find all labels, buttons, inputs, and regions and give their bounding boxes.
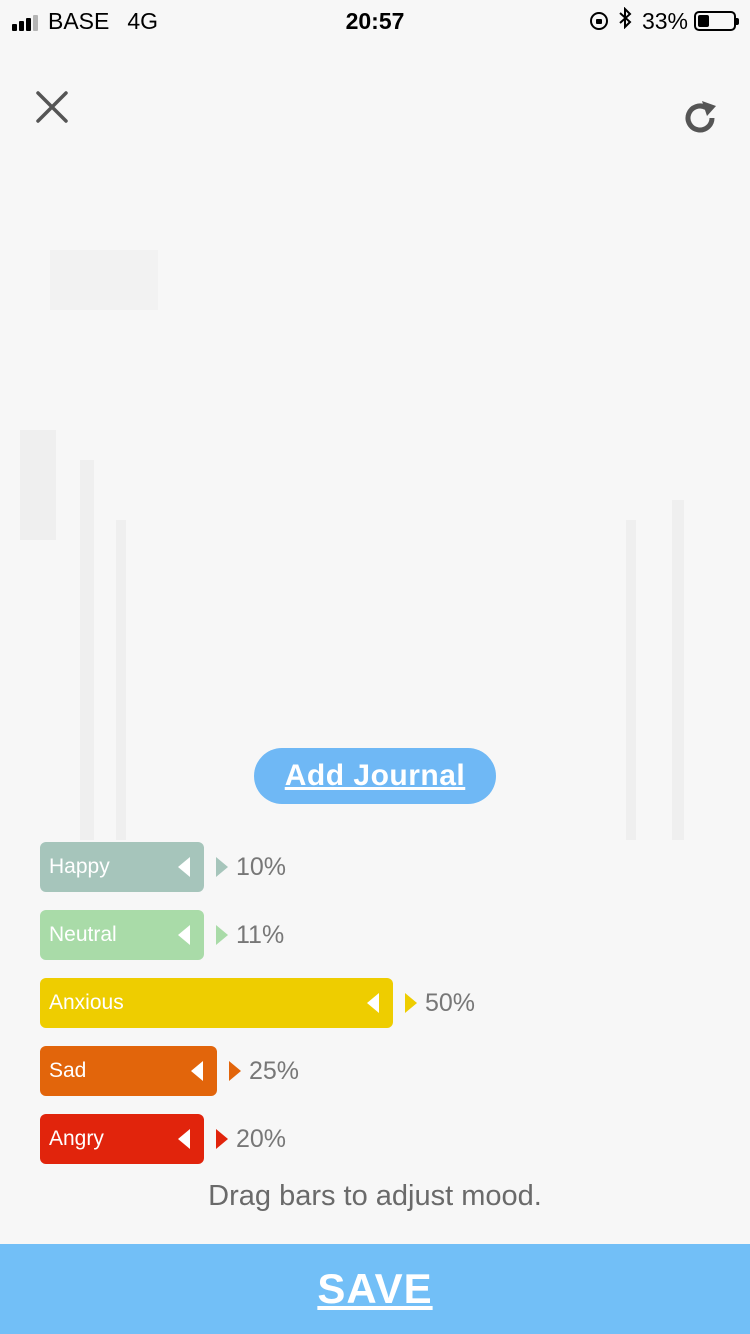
mood-percent: 10% <box>236 852 287 881</box>
drag-handle-icon[interactable] <box>367 993 379 1013</box>
mood-label: Angry <box>49 1127 104 1150</box>
drag-handle-icon[interactable] <box>178 857 190 877</box>
background-shape <box>116 520 126 840</box>
rotation-lock-icon <box>589 12 608 30</box>
pointer-triangle-icon <box>405 993 417 1013</box>
pointer-triangle-icon <box>216 1129 228 1149</box>
mood-label: Neutral <box>49 923 117 946</box>
refresh-button[interactable] <box>676 94 724 142</box>
background-shape <box>20 430 56 540</box>
mood-label: Sad <box>49 1059 87 1082</box>
background-shape <box>626 520 636 840</box>
close-button[interactable] <box>30 85 74 129</box>
mood-bar-sad[interactable]: Sad <box>40 1046 217 1096</box>
status-right: 33% <box>589 6 739 35</box>
mood-bar-neutral[interactable]: Neutral <box>40 910 204 960</box>
drag-handle-icon[interactable] <box>178 1129 190 1149</box>
mood-row: Sad 25% <box>40 1046 710 1096</box>
background-shape <box>672 500 684 840</box>
mood-percent: 20% <box>236 1124 287 1153</box>
add-journal-button[interactable]: Add Journal <box>254 748 496 804</box>
battery-level <box>698 15 709 27</box>
close-icon <box>36 91 68 123</box>
mood-percent: 25% <box>249 1056 300 1085</box>
status-bar: BASE 4G 20:57 33% <box>0 0 750 40</box>
mood-row: Anxious 50% <box>40 978 710 1028</box>
battery-percent: 33% <box>641 7 688 34</box>
mood-bar-anxious[interactable]: Anxious <box>40 978 393 1028</box>
pointer-triangle-icon <box>216 857 228 877</box>
mood-row: Neutral 11% <box>40 910 710 960</box>
background-shape <box>80 460 94 840</box>
mood-bar-angry[interactable]: Angry <box>40 1114 204 1164</box>
pointer-triangle-icon <box>216 925 228 945</box>
background-shape <box>50 250 158 310</box>
drag-hint-text: Drag bars to adjust mood. <box>208 1180 542 1212</box>
refresh-icon <box>685 101 716 133</box>
mood-bar-list: Happy 10% Neutral 11% Anxious 50% Sad 25% Angry 2… <box>40 842 710 1182</box>
bluetooth-icon <box>618 6 632 35</box>
drag-handle-icon[interactable] <box>191 1061 203 1081</box>
battery-icon <box>694 11 739 31</box>
save-button[interactable]: SAVE <box>0 1244 750 1334</box>
mood-percent: 50% <box>425 988 476 1017</box>
mood-percent: 11% <box>236 920 285 949</box>
drag-handle-icon[interactable] <box>178 925 190 945</box>
mood-label: Anxious <box>49 991 124 1014</box>
mood-label: Happy <box>49 855 110 878</box>
mood-bar-happy[interactable]: Happy <box>40 842 204 892</box>
mood-row: Happy 10% <box>40 842 710 892</box>
mood-row: Angry 20% <box>40 1114 710 1164</box>
pointer-triangle-icon <box>229 1061 241 1081</box>
